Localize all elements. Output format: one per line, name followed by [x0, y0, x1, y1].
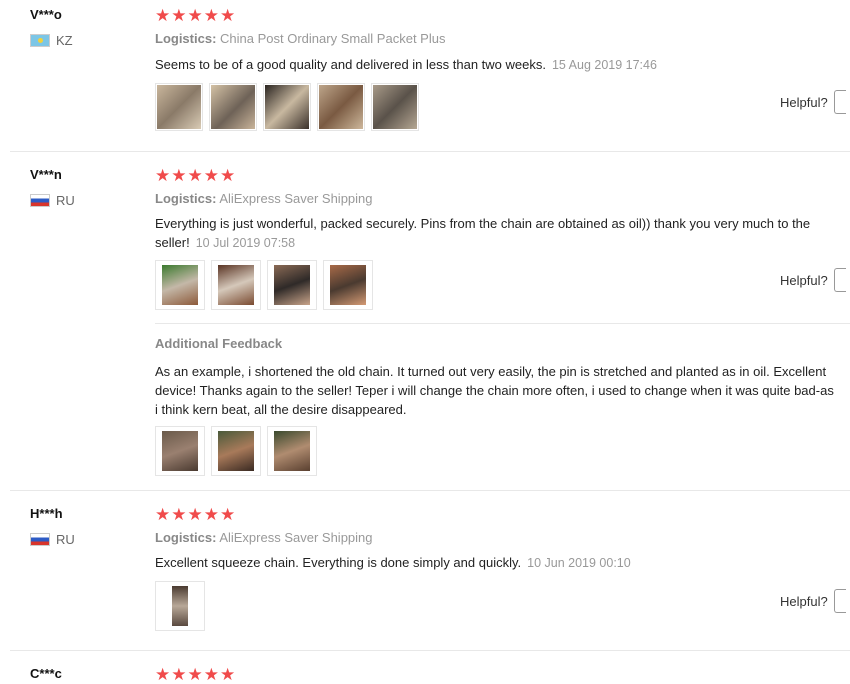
- helpful-control[interactable]: Helpful?: [780, 268, 846, 292]
- review-photo-thumbnail[interactable]: [155, 426, 205, 476]
- review-photo-thumbnail[interactable]: [155, 260, 205, 310]
- review-photos: [155, 260, 373, 310]
- review-username: V***o: [30, 7, 62, 22]
- helpful-control[interactable]: Helpful?: [780, 589, 846, 613]
- review-photo-thumbnail[interactable]: [267, 260, 317, 310]
- russia-flag-icon: [30, 533, 50, 546]
- additional-feedback-title: Additional Feedback: [155, 336, 283, 351]
- review-date: 15 Aug 2019 17:46: [551, 58, 657, 72]
- logistics-info: Logistics: AliExpress Saver Shipping: [155, 191, 373, 206]
- review-country: RU: [30, 532, 75, 547]
- review-photo-thumbnail[interactable]: [155, 83, 203, 131]
- review-photo-thumbnail[interactable]: [323, 260, 373, 310]
- helpful-vote-button[interactable]: [833, 268, 846, 292]
- review-photo-thumbnail[interactable]: [211, 426, 261, 476]
- helpful-label: Helpful?: [780, 272, 828, 288]
- review-photo-thumbnail[interactable]: [263, 83, 311, 131]
- review-text: Seems to be of a good quality and delive…: [155, 57, 657, 72]
- logistics-info: Logistics: AliExpress Saver Shipping: [155, 530, 373, 545]
- review-username: H***h: [30, 506, 63, 521]
- review-photos: [155, 83, 419, 131]
- star-rating: ★★★★★: [155, 505, 237, 524]
- review-photo-thumbnail[interactable]: [267, 426, 317, 476]
- additional-feedback-photos: [155, 426, 317, 476]
- review-photos: [155, 581, 205, 631]
- review-divider: [10, 490, 850, 491]
- review-text: Excellent squeeze chain. Everything is d…: [155, 555, 631, 570]
- review-divider: [10, 151, 850, 152]
- review-divider: [10, 650, 850, 651]
- review-username: C***c: [30, 666, 62, 681]
- star-rating: ★★★★★: [155, 665, 237, 684]
- additional-feedback-text: As an example, i shortened the old chain…: [155, 364, 834, 417]
- star-rating: ★★★★★: [155, 6, 237, 25]
- review-username: V***n: [30, 167, 62, 182]
- russia-flag-icon: [30, 194, 50, 207]
- helpful-vote-button[interactable]: [833, 90, 846, 114]
- review-photo-thumbnail[interactable]: [211, 260, 261, 310]
- logistics-info: Logistics: China Post Ordinary Small Pac…: [155, 31, 446, 46]
- helpful-label: Helpful?: [780, 94, 828, 110]
- helpful-label: Helpful?: [780, 593, 828, 609]
- kazakhstan-flag-icon: [30, 34, 50, 47]
- review-text: Everything is just wonderful, packed sec…: [155, 216, 811, 250]
- review-date: 10 Jul 2019 07:58: [195, 236, 296, 250]
- star-rating: ★★★★★: [155, 166, 237, 185]
- review-country: RU: [30, 193, 75, 208]
- country-code: RU: [56, 193, 75, 208]
- review-photo-thumbnail[interactable]: [209, 83, 257, 131]
- additional-feedback-divider: [155, 323, 850, 324]
- review-photo-thumbnail[interactable]: [317, 83, 365, 131]
- review-photo-thumbnail[interactable]: [155, 581, 205, 631]
- review-country: KZ: [30, 33, 73, 48]
- review-photo-thumbnail[interactable]: [371, 83, 419, 131]
- helpful-vote-button[interactable]: [833, 589, 846, 613]
- country-code: RU: [56, 532, 75, 547]
- helpful-control[interactable]: Helpful?: [780, 90, 846, 114]
- country-code: KZ: [56, 33, 73, 48]
- review-date: 10 Jun 2019 00:10: [527, 556, 631, 570]
